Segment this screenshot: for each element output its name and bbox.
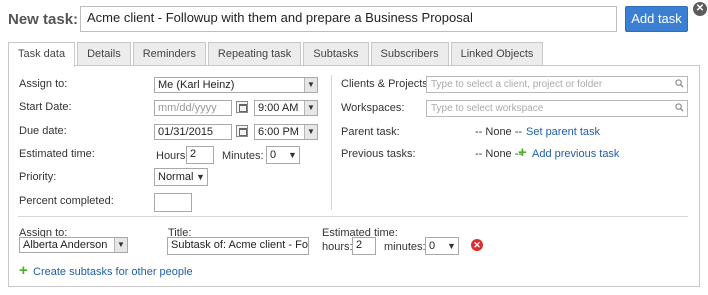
new-task-label: New task: bbox=[8, 11, 79, 28]
plus-icon[interactable]: + bbox=[19, 263, 28, 278]
previous-tasks-label: Previous tasks: bbox=[341, 148, 416, 160]
tab-reminders[interactable]: Reminders bbox=[132, 42, 206, 66]
subtask-minutes-label: minutes: bbox=[384, 241, 426, 253]
subtask-hours-input[interactable]: 2 bbox=[352, 237, 376, 255]
chevron-down-icon: ▼ bbox=[304, 78, 317, 92]
tab-linked-objects[interactable]: Linked Objects bbox=[450, 42, 544, 66]
calendar-icon[interactable] bbox=[236, 125, 248, 137]
add-task-button[interactable]: Add task bbox=[625, 6, 688, 32]
tab-subtasks[interactable]: Subtasks bbox=[303, 42, 369, 66]
previous-tasks-value: -- None -- bbox=[475, 148, 523, 160]
priority-label: Priority: bbox=[19, 171, 57, 183]
workspaces-label: Workspaces: bbox=[341, 102, 405, 114]
subtask-title-input[interactable]: Subtask of: Acme client - Followup bbox=[167, 237, 309, 255]
clients-projects-placeholder: Type to select a client, project or fold… bbox=[431, 79, 603, 90]
priority-select[interactable]: Normal ▼ bbox=[154, 168, 208, 186]
priority-value: Normal bbox=[158, 171, 194, 183]
minutes-value: 0 bbox=[270, 149, 277, 161]
chevron-down-icon: ▼ bbox=[304, 101, 317, 115]
chevron-down-icon: ▼ bbox=[304, 125, 317, 139]
subtask-divider bbox=[18, 216, 688, 217]
task-title-input[interactable]: Acme client - Followup with them and pre… bbox=[80, 6, 617, 32]
subtask-assign-to-value: Alberta Anderson bbox=[23, 239, 108, 251]
percent-completed-label: Percent completed: bbox=[19, 195, 114, 207]
chevron-down-icon: ▼ bbox=[114, 238, 127, 252]
add-task-button-label: Add task bbox=[631, 11, 682, 26]
start-time-select[interactable]: 9:00 AM ▼ bbox=[254, 100, 318, 116]
clients-projects-label: Clients & Projects: bbox=[341, 78, 431, 90]
minutes-label: Minutes: bbox=[222, 150, 264, 162]
subtask-minutes-select[interactable]: 0 ▼ bbox=[425, 237, 459, 255]
tab-task-data[interactable]: Task data bbox=[8, 42, 76, 67]
tab-details[interactable]: Details bbox=[77, 42, 131, 66]
parent-task-label: Parent task: bbox=[341, 126, 400, 138]
hours-label: Hours: bbox=[156, 150, 189, 162]
assign-to-select[interactable]: Me (Karl Heinz) ▼ bbox=[154, 77, 318, 93]
plus-icon[interactable]: + bbox=[518, 145, 527, 160]
chevron-down-icon: ▼ bbox=[286, 147, 299, 163]
due-time-value: 6:00 PM bbox=[258, 126, 299, 138]
workspaces-input[interactable]: Type to select workspace bbox=[426, 100, 688, 117]
parent-task-value: -- None -- bbox=[475, 126, 523, 138]
search-icon bbox=[675, 103, 684, 112]
minutes-select[interactable]: 0 ▼ bbox=[266, 146, 300, 164]
due-time-select[interactable]: 6:00 PM ▼ bbox=[254, 124, 318, 140]
percent-completed-input[interactable] bbox=[154, 193, 192, 212]
chevron-down-icon: ▼ bbox=[194, 169, 207, 185]
workspaces-placeholder: Type to select workspace bbox=[431, 103, 544, 114]
calendar-icon[interactable] bbox=[236, 101, 248, 113]
assign-to-label: Assign to: bbox=[19, 78, 68, 90]
subtask-minutes-value: 0 bbox=[429, 240, 436, 252]
close-icon[interactable]: ✕ bbox=[693, 2, 707, 16]
due-date-label: Due date: bbox=[19, 125, 67, 137]
estimated-time-label: Estimated time: bbox=[19, 148, 95, 160]
due-date-input[interactable]: 01/31/2015 bbox=[154, 124, 232, 140]
assign-to-value: Me (Karl Heinz) bbox=[158, 79, 235, 91]
set-parent-task-link[interactable]: Set parent task bbox=[526, 126, 600, 138]
start-date-label: Start Date: bbox=[19, 101, 72, 113]
add-previous-task-link[interactable]: Add previous task bbox=[532, 148, 619, 160]
subtask-assign-to-select[interactable]: Alberta Anderson ▼ bbox=[19, 237, 128, 253]
subtask-hours-label: hours: bbox=[322, 241, 353, 253]
remove-icon[interactable]: ✕ bbox=[471, 239, 483, 251]
column-divider bbox=[331, 75, 332, 210]
start-date-input[interactable]: mm/dd/yyyy bbox=[154, 100, 232, 116]
start-time-value: 9:00 AM bbox=[258, 102, 299, 114]
create-subtasks-link[interactable]: Create subtasks for other people bbox=[33, 266, 193, 278]
chevron-down-icon: ▼ bbox=[445, 238, 458, 254]
tab-repeating-task[interactable]: Repeating task bbox=[207, 42, 302, 66]
hours-input[interactable]: 2 bbox=[186, 146, 214, 164]
clients-projects-input[interactable]: Type to select a client, project or fold… bbox=[426, 76, 688, 93]
tab-bar: Task data Details Reminders Repeating ta… bbox=[8, 42, 545, 67]
tab-subscribers[interactable]: Subscribers bbox=[370, 42, 449, 66]
search-icon bbox=[675, 79, 684, 88]
